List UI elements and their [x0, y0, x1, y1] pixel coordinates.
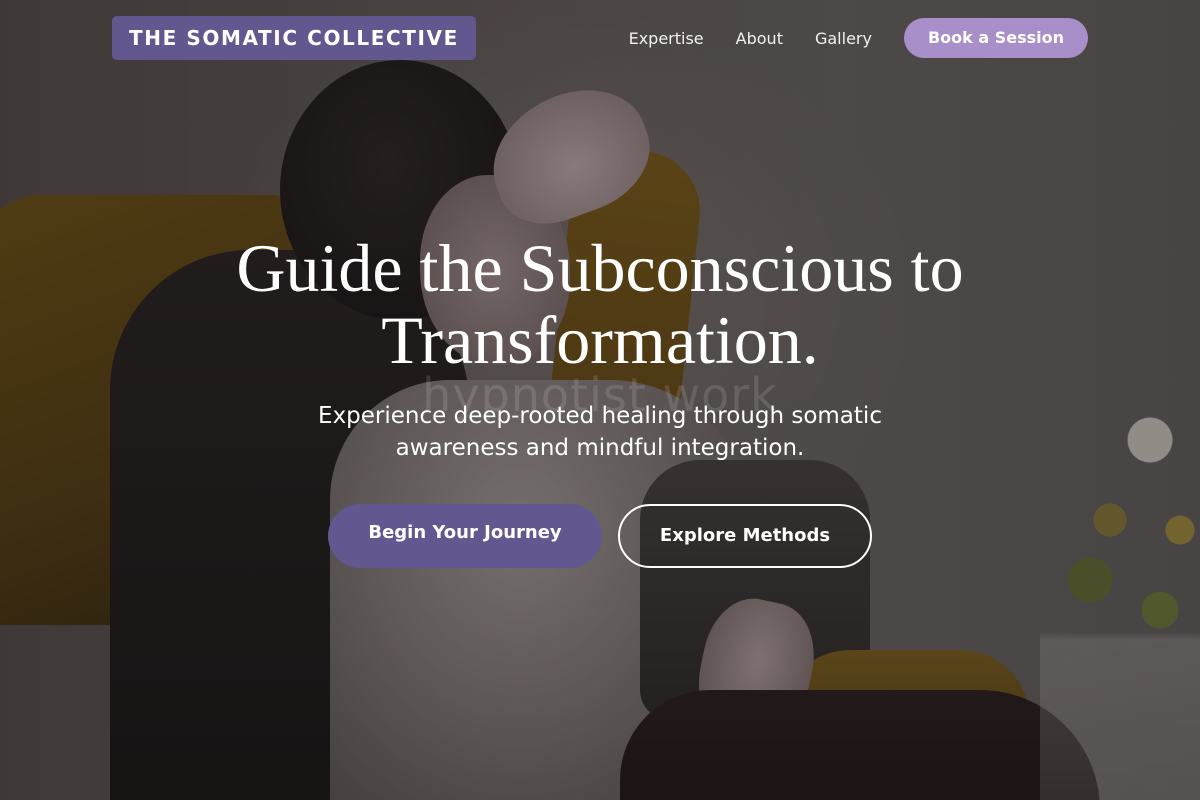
nav-link-about[interactable]: About: [736, 29, 783, 48]
brand-logo[interactable]: THE SOMATIC COLLECTIVE: [112, 16, 476, 60]
hero-subtext: Experience deep-rooted healing through s…: [318, 403, 882, 461]
nav-links: Expertise About Gallery Book a Session: [629, 18, 1088, 58]
nav-link-expertise[interactable]: Expertise: [629, 29, 704, 48]
top-navigation: THE SOMATIC COLLECTIVE Expertise About G…: [112, 16, 1088, 60]
hero-section: THE SOMATIC COLLECTIVE Expertise About G…: [0, 0, 1200, 800]
hero-headline: Guide the Subconscious to Transformation…: [236, 230, 964, 378]
book-session-button[interactable]: Book a Session: [903, 18, 1088, 58]
nav-link-gallery[interactable]: Gallery: [815, 29, 872, 48]
hero-buttons: Begin Your Journey Explore Methods: [0, 504, 1200, 568]
explore-methods-button[interactable]: Explore Methods: [618, 504, 872, 568]
begin-journey-button[interactable]: Begin Your Journey: [328, 504, 602, 568]
